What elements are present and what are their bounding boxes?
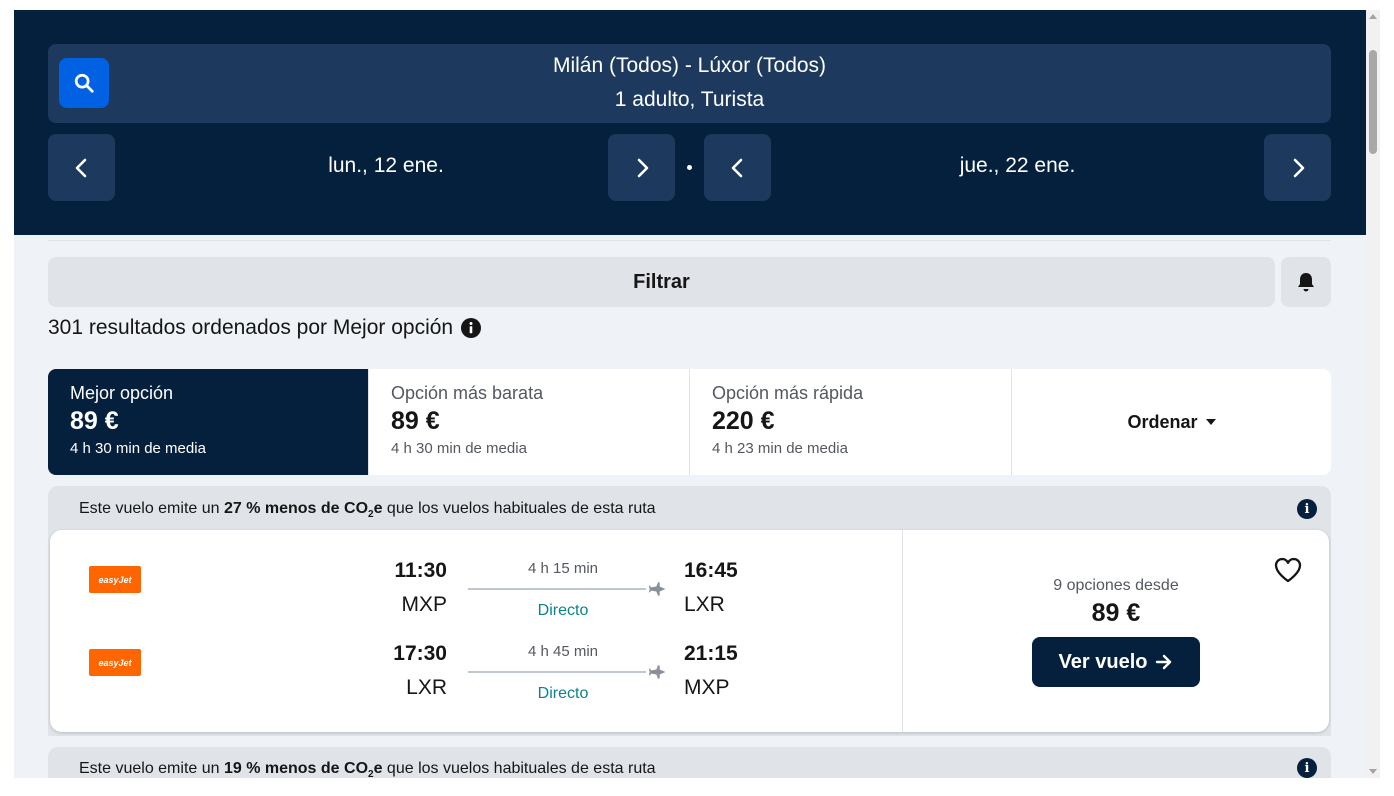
filter-button[interactable]: Filtrar	[48, 257, 1275, 307]
chevron-left-icon	[731, 158, 742, 177]
flight-duration: 4 h 15 min	[527, 560, 599, 577]
return-prev-day-button[interactable]	[704, 134, 771, 201]
eco-text: Este vuelo emite un 19 % menos de CO2e q…	[79, 760, 656, 778]
options-count: 9 opciones desde	[1053, 577, 1179, 594]
search-summary-bar[interactable]: Milán (Todos) - Lúxor (Todos) 1 adulto, …	[48, 44, 1331, 123]
tab-price: 89 €	[391, 407, 440, 435]
info-icon[interactable]: i	[1297, 499, 1317, 519]
eco-prefix: Este vuelo emite un	[79, 500, 224, 517]
date-separator	[687, 165, 692, 170]
view-flight-button[interactable]: Ver vuelo	[1032, 637, 1200, 687]
price-alert-button[interactable]	[1281, 257, 1331, 307]
info-icon[interactable]	[461, 318, 482, 338]
eco-banner: Este vuelo emite un 19 % menos de CO2e q…	[48, 747, 1331, 778]
eco-text: Este vuelo emite un 27 % menos de CO2e q…	[79, 500, 656, 520]
flight-duration: 4 h 45 min	[527, 643, 599, 660]
tab-best[interactable]: Mejor opción 89 € 4 h 30 min de media	[48, 369, 368, 475]
return-date[interactable]: jue., 22 ene.	[794, 154, 1241, 178]
depart-prev-day-button[interactable]	[48, 134, 115, 201]
eco-suffix: que los vuelos habituales de esta ruta	[382, 760, 656, 777]
scroll-down-arrow[interactable]	[1369, 769, 1377, 774]
return-next-day-button[interactable]	[1264, 134, 1331, 201]
save-flight-button[interactable]	[1272, 554, 1304, 586]
caret-down-icon	[1205, 419, 1216, 425]
eco-highlight: 19 % menos de CO	[223, 760, 369, 777]
tab-label: Mejor opción	[70, 383, 174, 403]
outbound-leg: easyJet 11:30 MXP 4 h 15 min Directo 16:…	[50, 530, 902, 619]
tab-price: 89 €	[70, 407, 119, 435]
eco-highlight: 27 % menos de CO	[223, 500, 369, 517]
route-title: Milán (Todos) - Lúxor (Todos)	[552, 54, 827, 77]
tab-average-duration: 4 h 30 min de media	[70, 440, 206, 457]
tab-average-duration: 4 h 30 min de media	[391, 440, 527, 457]
chevron-left-icon	[75, 158, 86, 177]
arrival-time: 21:15	[684, 642, 738, 665]
heart-icon	[1274, 557, 1302, 583]
airline-logo: easyJet	[89, 566, 141, 593]
stops-label: Directo	[537, 685, 589, 702]
vertical-scrollbar[interactable]	[1366, 10, 1380, 778]
eco-suffix: que los vuelos habituales de esta ruta	[382, 500, 656, 517]
arrow-right-icon	[1156, 654, 1172, 670]
route-line	[468, 588, 646, 590]
return-leg: easyJet 17:30 LXR 4 h 45 min Directo 21:…	[50, 614, 902, 702]
info-icon[interactable]: i	[1297, 758, 1317, 778]
bell-icon	[1298, 273, 1314, 292]
chevron-right-icon	[1293, 158, 1304, 177]
results-summary: 301 resultados ordenados por Mejor opció…	[48, 316, 482, 340]
depart-next-day-button[interactable]	[608, 134, 675, 201]
plane-icon	[648, 582, 666, 596]
passengers-cabin: 1 adulto, Turista	[614, 88, 765, 111]
eco-prefix: Este vuelo emite un	[79, 760, 224, 777]
scroll-up-arrow[interactable]	[1369, 14, 1377, 19]
scroll-thumb[interactable]	[1369, 50, 1377, 154]
sort-dropdown[interactable]: Ordenar	[1011, 369, 1331, 475]
arrival-time: 16:45	[684, 559, 738, 582]
sort-dropdown-label: Ordenar	[1127, 411, 1198, 432]
tab-label: Opción más barata	[391, 383, 544, 403]
tab-fastest[interactable]: Opción más rápida 220 € 4 h 23 min de me…	[689, 369, 1011, 475]
browser-viewport: Milán (Todos) - Lúxor (Todos) 1 adulto, …	[14, 10, 1366, 778]
plane-icon	[648, 665, 666, 679]
tab-average-duration: 4 h 23 min de media	[712, 440, 848, 457]
result-card[interactable]: easyJet 11:30 MXP 4 h 15 min Directo 16:…	[50, 530, 1329, 732]
depart-date[interactable]: lun., 12 ene.	[162, 154, 610, 178]
tab-price: 220 €	[712, 407, 775, 435]
card-price: 89 €	[1091, 599, 1141, 627]
departure-airport: LXR	[406, 676, 447, 699]
departure-time: 11:30	[394, 559, 447, 582]
chevron-right-icon	[637, 158, 648, 177]
view-flight-label: Ver vuelo	[1058, 650, 1148, 673]
arrival-airport: MXP	[684, 676, 730, 699]
route-line	[468, 671, 646, 673]
search-header: Milán (Todos) - Lúxor (Todos) 1 adulto, …	[14, 10, 1366, 235]
airline-logo: easyJet	[89, 649, 141, 676]
tab-label: Opción más rápida	[712, 383, 864, 403]
divider	[48, 236, 1331, 241]
results-summary-text: 301 resultados ordenados por Mejor opció…	[48, 316, 454, 339]
sort-tabs: Mejor opción 89 € 4 h 30 min de media Op…	[48, 369, 1331, 475]
tab-cheapest[interactable]: Opción más barata 89 € 4 h 30 min de med…	[368, 369, 689, 475]
card-divider	[902, 530, 903, 732]
departure-time: 17:30	[393, 642, 447, 665]
